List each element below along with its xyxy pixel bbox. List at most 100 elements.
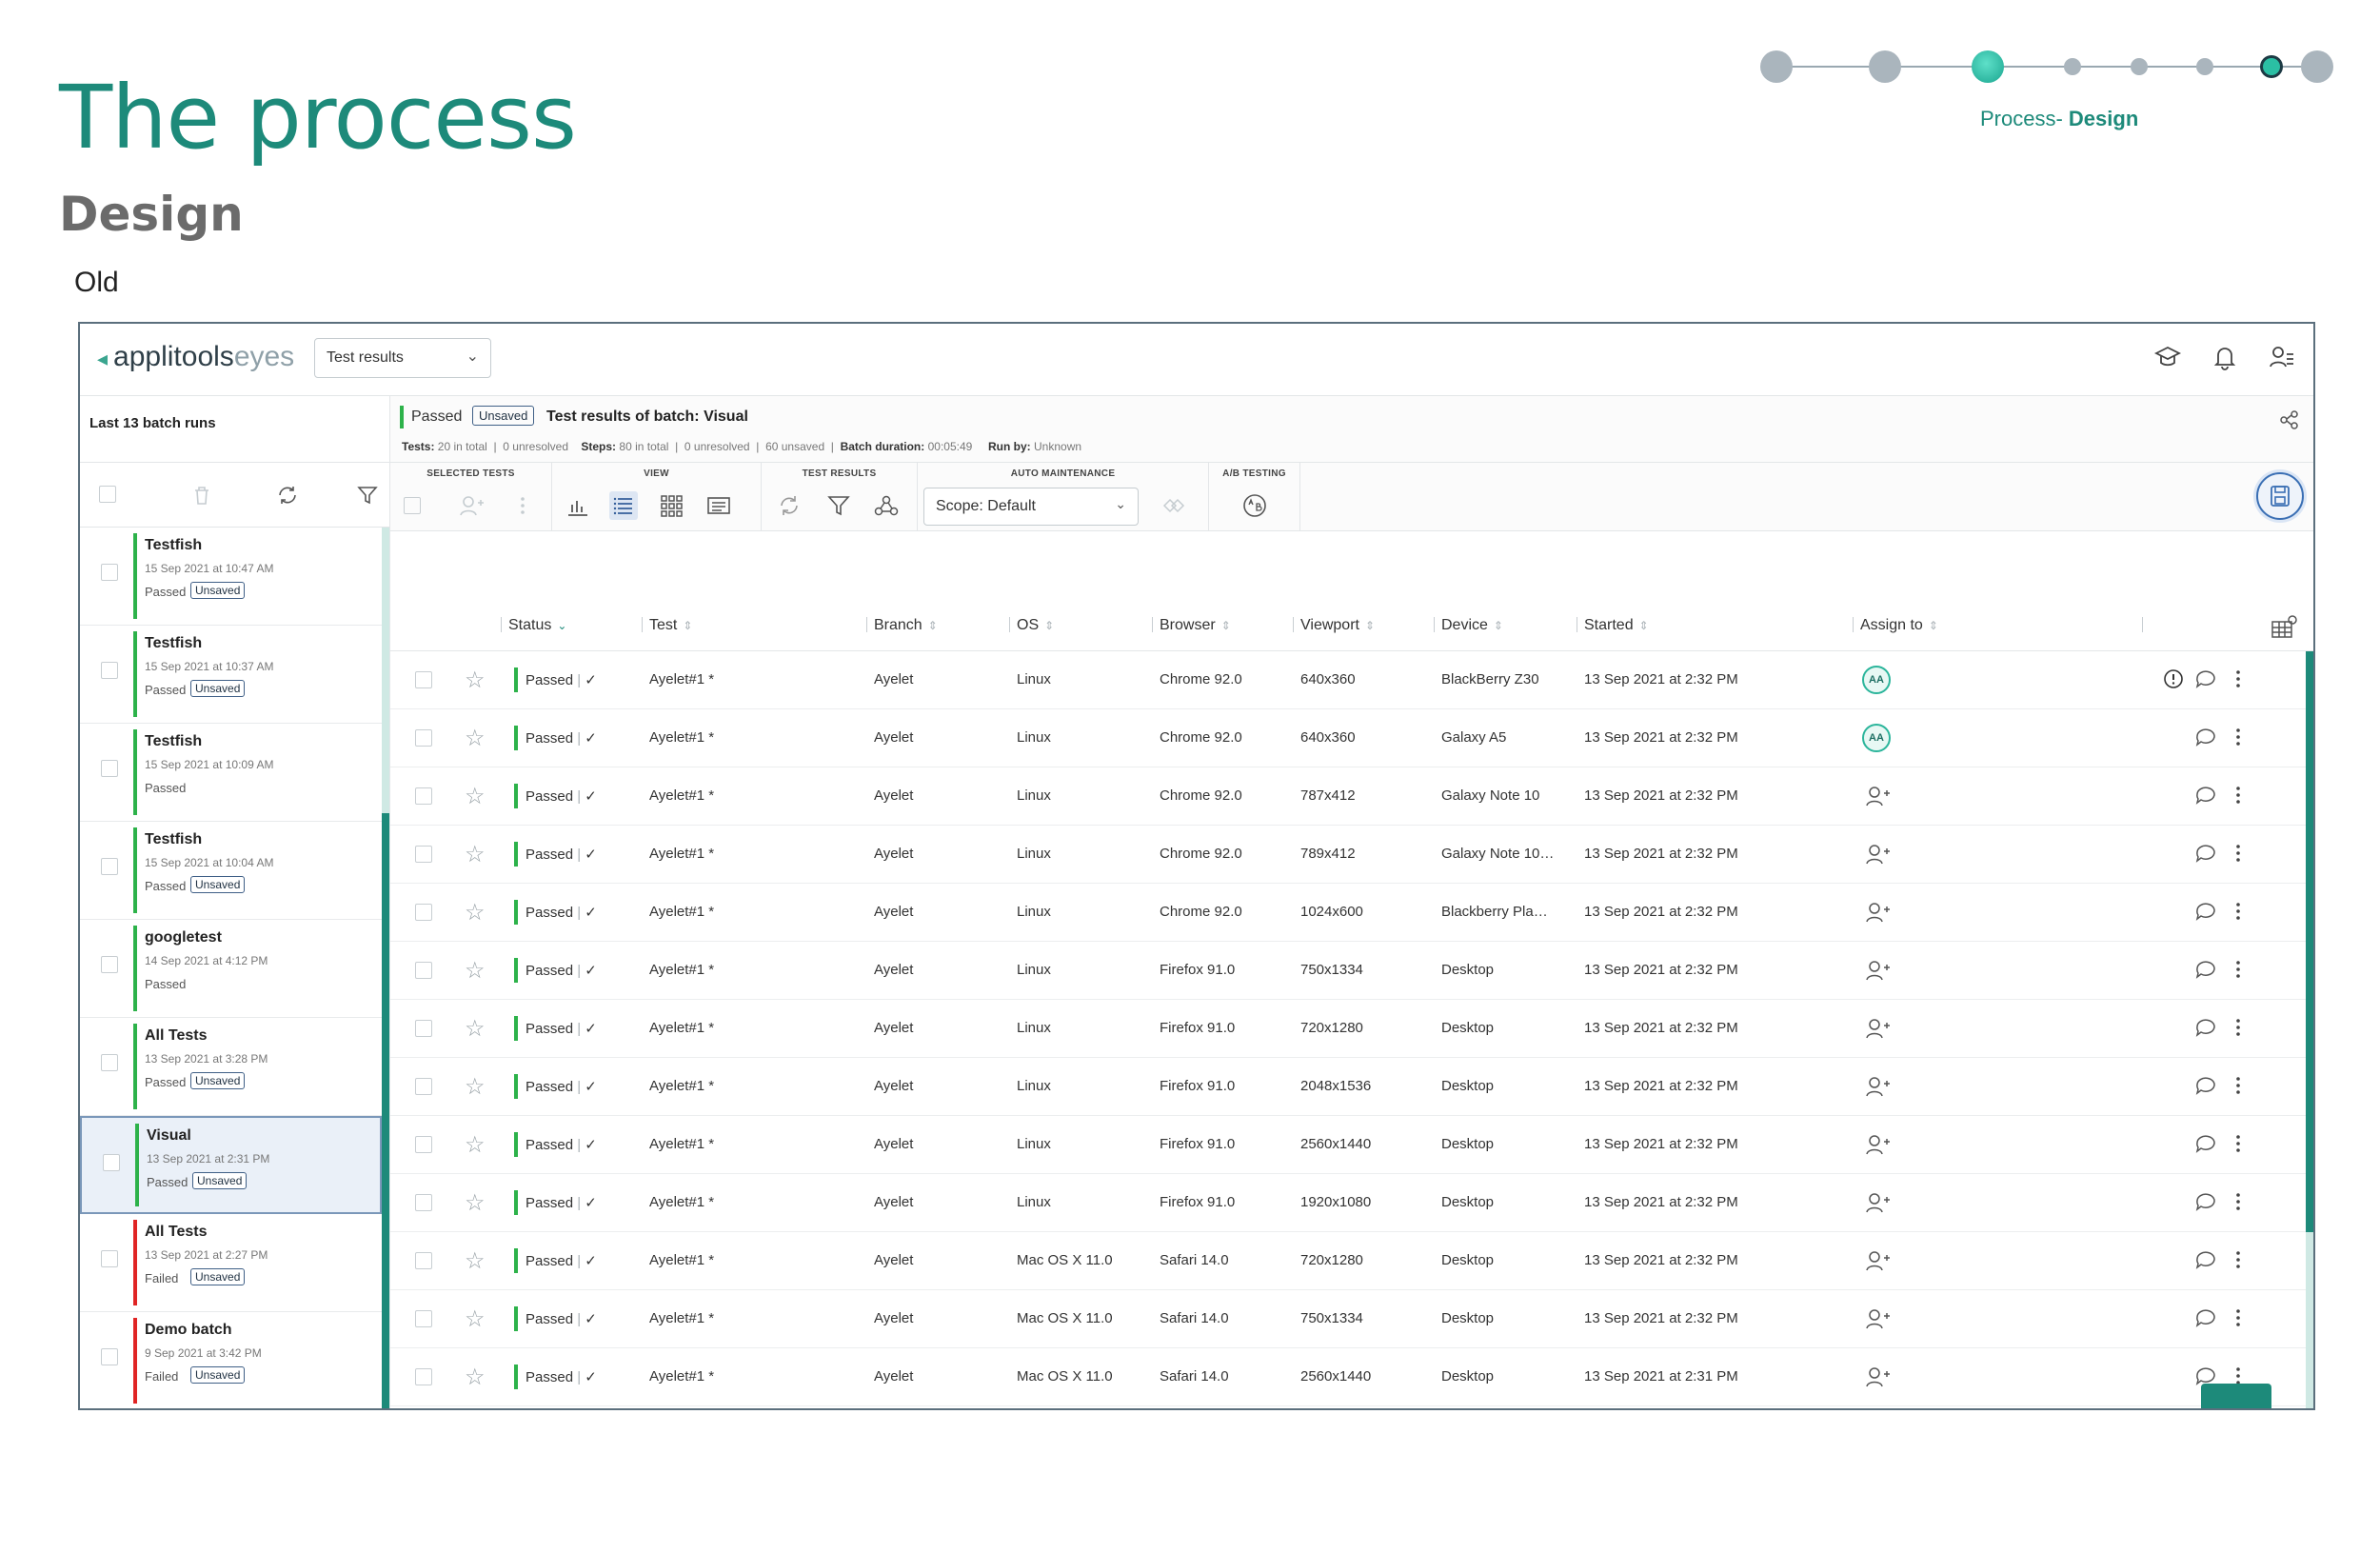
star-icon[interactable]: ☆ — [465, 1015, 486, 1043]
row-checkbox[interactable] — [415, 1252, 432, 1269]
sidebar-scrollbar[interactable] — [382, 528, 389, 1408]
column-header-branch[interactable]: Branch ⇕ — [874, 617, 938, 634]
table-row[interactable]: ☆ Passed | ✓ Ayelet#1 * Ayelet Linux Chrome 9… — [390, 767, 2313, 826]
table-scrollbar[interactable] — [2306, 651, 2313, 1408]
table-row[interactable]: ☆ Passed | ✓ Ayelet#1 * Ayelet Linux Firefox … — [390, 1116, 2313, 1174]
test-cell[interactable]: Ayelet#1 * — [649, 787, 714, 804]
test-cell[interactable]: Ayelet#1 * — [649, 1252, 714, 1268]
results-filter-icon[interactable] — [824, 491, 853, 520]
save-button[interactable] — [2256, 472, 2304, 520]
column-settings-icon[interactable] — [2270, 613, 2298, 647]
row-checkbox[interactable] — [415, 1310, 432, 1327]
batch-checkbox[interactable] — [101, 760, 118, 777]
assign-user-icon[interactable] — [1864, 1015, 1891, 1042]
filter-icon[interactable] — [356, 484, 379, 507]
test-cell[interactable]: Ayelet#1 * — [649, 1078, 714, 1094]
star-icon[interactable]: ☆ — [465, 1189, 486, 1217]
comment-icon[interactable] — [2193, 957, 2218, 982]
more-vertical-icon[interactable] — [2226, 725, 2251, 749]
more-vertical-icon[interactable] — [2226, 1131, 2251, 1156]
share-icon[interactable] — [2279, 409, 2300, 430]
table-row[interactable]: ☆ Passed | ✓ Ayelet#1 * Ayelet Linux Firefox … — [390, 942, 2313, 1000]
test-cell[interactable]: Ayelet#1 * — [649, 1310, 714, 1326]
star-icon[interactable]: ☆ — [465, 1073, 486, 1101]
more-vertical-icon[interactable] — [2226, 1015, 2251, 1040]
assign-user-icon[interactable] — [1864, 783, 1891, 809]
column-header-started[interactable]: Started ⇕ — [1584, 617, 1649, 634]
test-cell[interactable]: Ayelet#1 * — [649, 671, 714, 687]
list-view-icon[interactable] — [609, 491, 638, 520]
scope-select[interactable]: Scope: Default ⌄ — [923, 488, 1139, 526]
table-row[interactable]: ☆Passed | ✓Ayelet#1 *AyeletMac OS X 11.0… — [390, 1348, 2313, 1406]
table-row[interactable]: ☆ Passed | ✓ Ayelet#1 * Ayelet Linux Chrome 9… — [390, 826, 2313, 884]
more-vertical-icon[interactable] — [2226, 1189, 2251, 1214]
more-vertical-icon[interactable] — [2226, 783, 2251, 807]
assign-user-icon[interactable] — [1864, 957, 1891, 984]
more-vertical-icon[interactable] — [2226, 899, 2251, 924]
row-checkbox[interactable] — [415, 787, 432, 805]
batch-item[interactable]: Testfish 15 Sep 2021 at 10:04 AM Passed Uns… — [80, 822, 382, 920]
column-header-viewport[interactable]: Viewport ⇕ — [1300, 617, 1375, 634]
table-row[interactable]: ☆Passed | ✓Ayelet#1 *AyeletMac OS X 11.0… — [390, 1406, 2313, 1408]
grid-view-icon[interactable] — [657, 491, 685, 520]
assignee-avatar[interactable]: AA — [1862, 666, 1891, 694]
feedback-tab[interactable] — [2201, 1384, 2271, 1408]
star-icon[interactable]: ☆ — [465, 1364, 486, 1391]
comment-icon[interactable] — [2193, 1131, 2218, 1156]
batch-item[interactable]: Testfish 15 Sep 2021 at 10:37 AM Passed Uns… — [80, 626, 382, 724]
test-cell[interactable]: Ayelet#1 * — [649, 1136, 714, 1152]
batch-checkbox[interactable] — [101, 858, 118, 875]
batch-item[interactable]: All Tests 13 Sep 2021 at 2:27 PM Failed Uns… — [80, 1214, 382, 1312]
delete-icon[interactable] — [190, 484, 213, 507]
column-header-os[interactable]: OS ⇕ — [1017, 617, 1054, 634]
assign-user-icon[interactable] — [1864, 1073, 1891, 1100]
comment-icon[interactable] — [2193, 1247, 2218, 1272]
batch-item[interactable]: Visual 13 Sep 2021 at 2:31 PM Passed Unsave… — [80, 1116, 382, 1214]
comment-icon[interactable] — [2193, 667, 2218, 691]
chart-view-icon[interactable] — [564, 491, 592, 520]
select-all-checkbox[interactable] — [99, 486, 116, 503]
test-cell[interactable]: Ayelet#1 * — [649, 729, 714, 746]
group-by-icon[interactable] — [872, 491, 901, 520]
more-vertical-icon[interactable] — [2226, 1073, 2251, 1098]
row-checkbox[interactable] — [415, 1078, 432, 1095]
comment-icon[interactable] — [2193, 1189, 2218, 1214]
comment-icon[interactable] — [2193, 1305, 2218, 1330]
table-row[interactable]: ☆Passed | ✓Ayelet#1 *AyeletMac OS X 11.0… — [390, 1232, 2313, 1290]
table-row[interactable]: ☆ Passed | ✓ Ayelet#1 * Ayelet Linux Firefox … — [390, 1000, 2313, 1058]
comment-icon[interactable] — [2193, 899, 2218, 924]
test-cell[interactable]: Ayelet#1 * — [649, 904, 714, 920]
assignee-avatar[interactable]: AA — [1862, 724, 1891, 752]
more-vertical-icon[interactable] — [508, 491, 537, 520]
batch-checkbox[interactable] — [101, 1054, 118, 1071]
assign-user-icon[interactable] — [457, 491, 486, 520]
table-row[interactable]: ☆ Passed | ✓ Ayelet#1 * Ayelet Linux Firefox … — [390, 1174, 2313, 1232]
row-checkbox[interactable] — [415, 1194, 432, 1211]
row-checkbox[interactable] — [415, 962, 432, 979]
assign-user-icon[interactable] — [1864, 1189, 1891, 1216]
assign-user-icon[interactable] — [1864, 1131, 1891, 1158]
batch-item[interactable]: googletest 14 Sep 2021 at 4:12 PM Passed — [80, 920, 382, 1018]
star-icon[interactable]: ☆ — [465, 1131, 486, 1159]
row-checkbox[interactable] — [415, 729, 432, 747]
comment-icon[interactable] — [2193, 1015, 2218, 1040]
row-checkbox[interactable] — [415, 1020, 432, 1037]
table-row[interactable]: ☆ Passed | ✓ Ayelet#1 * Ayelet Linux Chrome 9… — [390, 709, 2313, 767]
batch-item[interactable]: Demo batch 9 Sep 2021 at 3:42 PM Failed Uns… — [80, 1312, 382, 1408]
batch-checkbox[interactable] — [103, 1154, 120, 1171]
table-row[interactable]: ☆Passed | ✓Ayelet#1 *AyeletMac OS X 11.0… — [390, 1290, 2313, 1348]
row-checkbox[interactable] — [415, 671, 432, 688]
user-settings-icon[interactable] — [2268, 343, 2296, 371]
test-cell[interactable]: Ayelet#1 * — [649, 962, 714, 978]
assign-user-icon[interactable] — [1864, 899, 1891, 926]
batch-checkbox[interactable] — [101, 1348, 118, 1365]
more-vertical-icon[interactable] — [2226, 1305, 2251, 1330]
batch-item[interactable]: Testfish 15 Sep 2021 at 10:47 AM Passed Uns… — [80, 528, 382, 626]
more-vertical-icon[interactable] — [2226, 841, 2251, 866]
assign-user-icon[interactable] — [1864, 1305, 1891, 1332]
column-header-test[interactable]: Test ⇕ — [649, 617, 692, 634]
applitools-logo[interactable]: ◂ applitoolseyes — [97, 341, 294, 373]
comment-icon[interactable] — [2193, 783, 2218, 807]
batch-checkbox[interactable] — [101, 1250, 118, 1267]
comment-icon[interactable] — [2193, 1073, 2218, 1098]
